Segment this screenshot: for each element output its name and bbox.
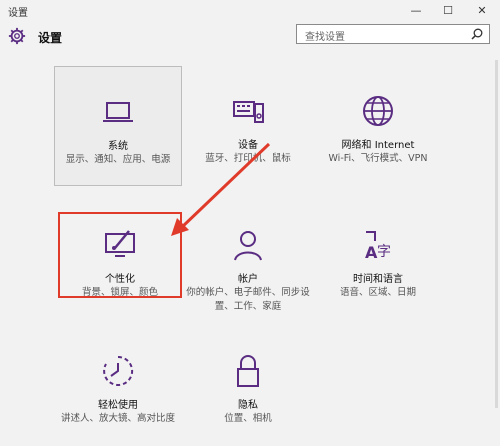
- tile-label: 系统: [108, 141, 128, 152]
- highlight-box: [58, 212, 182, 298]
- tile-label: 网络和 Internet: [341, 140, 415, 151]
- ease-of-access-icon: [103, 355, 134, 386]
- minimize-button[interactable]: —: [404, 2, 428, 20]
- tile-description: Wi-Fi、飞行模式、VPN: [328, 153, 428, 164]
- tile-description: 位置、相机: [224, 413, 272, 424]
- tile-label: 帐户: [238, 274, 258, 285]
- tile-description: 语音、区域、日期: [339, 287, 416, 298]
- close-button[interactable]: ✕: [470, 2, 494, 20]
- tile-system[interactable]: 系统 显示、通知、应用、电源: [54, 66, 182, 186]
- svg-text:字: 字: [377, 244, 391, 260]
- tile-ease-of-access[interactable]: 轻松使用 讲述人、放大镜、高对比度: [54, 326, 182, 446]
- title-bar: 设置 — ☐ ✕: [0, 0, 500, 22]
- tile-time-language[interactable]: A 字 时间和语言 语音、区域、日期: [314, 200, 442, 320]
- tile-description: 你的帐户、电子邮件、同步设置、工作、家庭: [186, 287, 310, 312]
- tile-description: 显示、通知、应用、电源: [65, 154, 171, 165]
- globe-icon: [363, 96, 393, 126]
- time-language-icon: A 字: [365, 231, 391, 262]
- page-title: 设置: [38, 31, 63, 45]
- maximize-button[interactable]: ☐: [436, 2, 460, 20]
- tile-description: 讲述人、放大镜、高对比度: [60, 413, 175, 424]
- gear-icon: [8, 27, 26, 45]
- search-icon[interactable]: [471, 28, 483, 40]
- tile-label: 隐私: [238, 400, 258, 411]
- search-placeholder: 查找设置: [305, 32, 345, 43]
- search-input[interactable]: 查找设置: [296, 24, 490, 44]
- keyboard-speaker-icon: [233, 101, 264, 123]
- annotation-arrow: [171, 142, 271, 236]
- window-title: 设置: [8, 8, 28, 19]
- tile-label: 时间和语言: [353, 274, 403, 285]
- tile-label: 轻松使用: [98, 400, 138, 411]
- scrollbar[interactable]: [495, 60, 498, 408]
- lock-icon: [237, 355, 259, 387]
- tile-network[interactable]: 网络和 Internet Wi-Fi、飞行模式、VPN: [314, 66, 442, 186]
- tile-privacy[interactable]: 隐私 位置、相机: [184, 326, 312, 446]
- laptop-icon: [103, 102, 133, 122]
